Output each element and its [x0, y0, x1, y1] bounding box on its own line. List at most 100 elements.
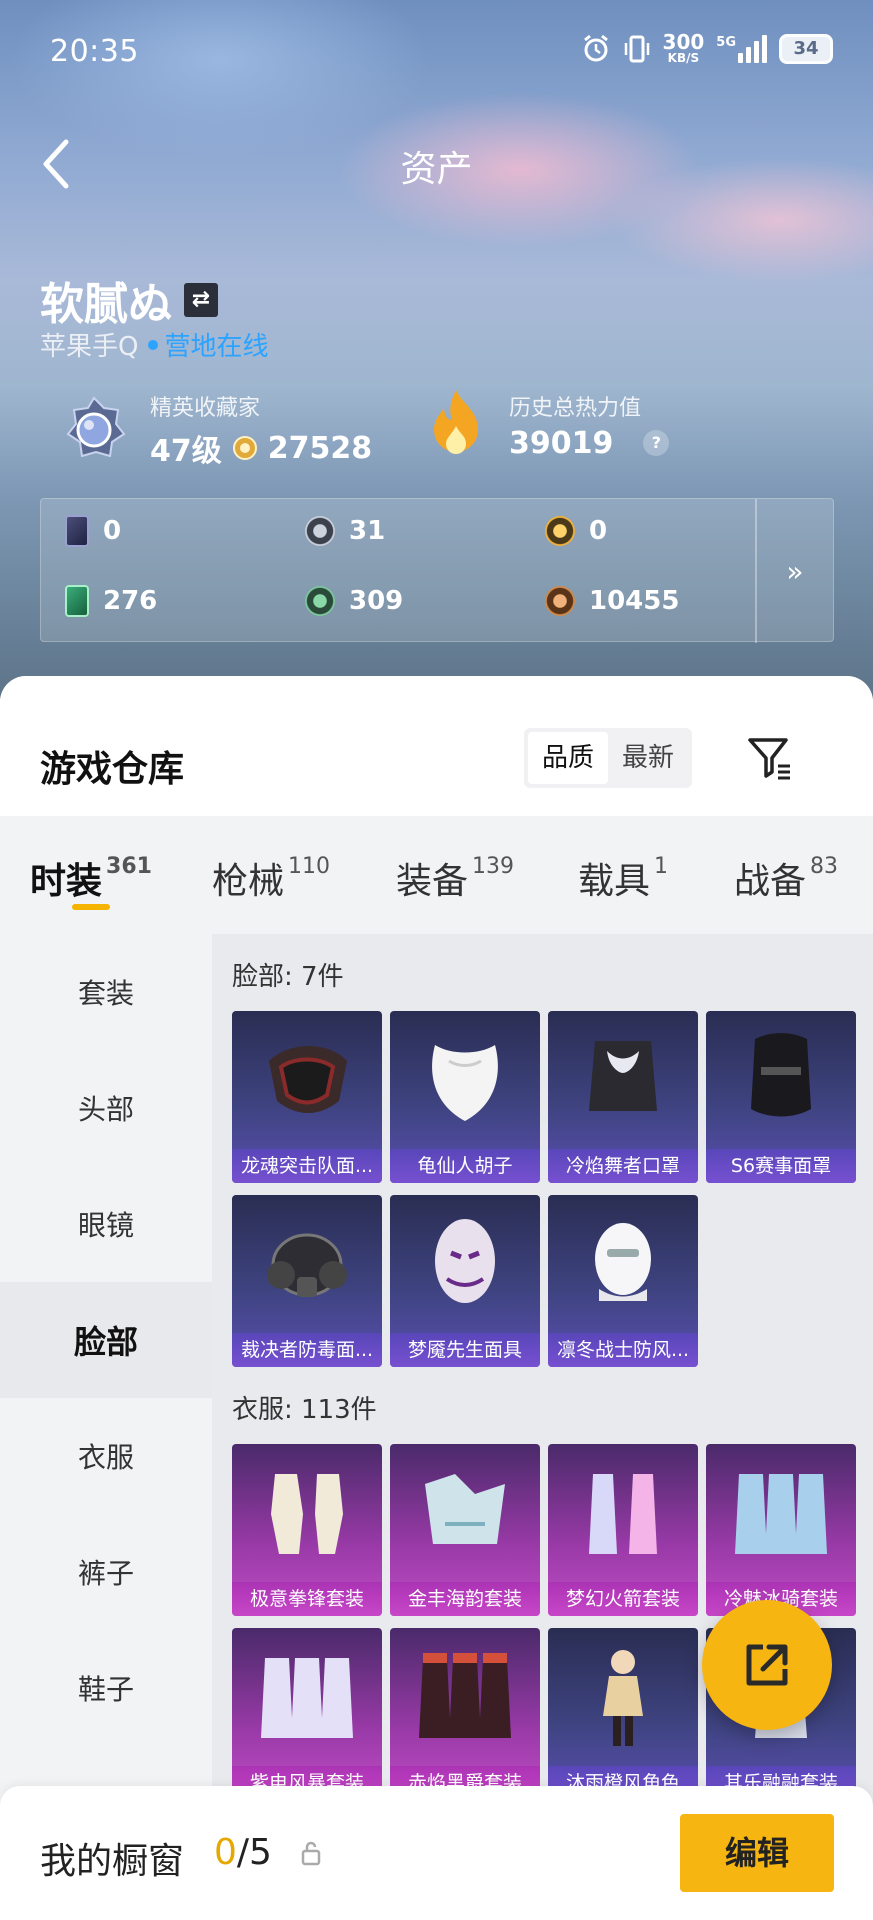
item-grid: 脸部: 7件 龙魂突击队面... 龟仙人胡子 冷焰舞者口罩 S6赛事面罩 裁决者…: [212, 934, 873, 1920]
tab-vehicles[interactable]: 载具 1: [578, 852, 668, 904]
tab-gear[interactable]: 战备 83: [734, 852, 838, 904]
account-info: 苹果手Q 营地在线: [40, 326, 268, 363]
status-time: 20:35: [50, 34, 139, 69]
sort-latest-button[interactable]: 最新: [608, 732, 688, 784]
item-card[interactable]: 梦幻火箭套装: [548, 1444, 698, 1616]
bronze-coin-icon: [545, 586, 575, 616]
network-type: 5G: [716, 34, 736, 50]
item-card[interactable]: 龙魂突击队面...: [232, 1011, 382, 1183]
green-coin-icon: [305, 586, 335, 616]
item-card[interactable]: 冷魅冰骑套装: [706, 1444, 856, 1616]
online-status: 营地在线: [164, 332, 269, 362]
tab-fashion[interactable]: 时装 361: [30, 852, 152, 904]
balaclava-image: [595, 1223, 651, 1301]
outfit-image: [419, 1653, 511, 1738]
mask-image: [435, 1219, 495, 1303]
username-row: 软腻ぬ ⇄: [40, 268, 218, 332]
gas-mask-image: [267, 1233, 347, 1297]
showcase-bar: 我的橱窗 0/5 编辑: [0, 1786, 873, 1920]
category-tabs: 时装 361 枪械 110 装备 139 载具 1 战备 83: [0, 816, 873, 934]
currency-item: 10455: [545, 583, 745, 619]
item-card[interactable]: 紫电风暴套装: [232, 1628, 382, 1800]
subcategory-sidebar: 套装 头部 眼镜 脸部 衣服 裤子 鞋子: [0, 934, 212, 1920]
filter-icon[interactable]: [744, 732, 796, 784]
green-card-icon: [65, 585, 89, 617]
currency-item: 0: [65, 513, 305, 549]
swap-icon[interactable]: ⇄: [184, 283, 218, 317]
purple-card-icon: [65, 515, 89, 547]
points-value: 27528: [267, 430, 373, 466]
item-card[interactable]: 凛冬战士防风...: [548, 1195, 698, 1367]
sidebar-item-face[interactable]: 脸部: [0, 1282, 212, 1398]
collector-level: 47级: [150, 434, 222, 469]
vibrate-icon: [624, 35, 649, 62]
tab-guns[interactable]: 枪械 110: [212, 852, 330, 904]
sidebar-item-sets[interactable]: 套装: [0, 934, 212, 1050]
username: 软腻ぬ: [40, 279, 172, 330]
heat-stat[interactable]: 历史总热力值 39019 ?: [425, 386, 670, 464]
sort-toggle: 品质 最新: [524, 728, 693, 788]
expand-currency-button[interactable]: »: [755, 499, 833, 643]
currency-item: 0: [545, 513, 745, 549]
sidebar-item-head[interactable]: 头部: [0, 1050, 212, 1166]
sort-quality-button[interactable]: 品质: [528, 732, 609, 784]
collector-stat[interactable]: 精英收藏家 47级 27528: [58, 390, 372, 470]
online-dot-icon: [148, 339, 159, 350]
item-card[interactable]: 金丰海韵套装: [390, 1444, 540, 1616]
showcase-count: 0/5: [214, 1832, 272, 1873]
outfit-image: [735, 1474, 827, 1554]
outfit-image: [271, 1474, 343, 1554]
beard-image: [432, 1045, 498, 1121]
help-icon[interactable]: ?: [643, 430, 670, 456]
external-link-icon: [746, 1644, 788, 1686]
silver-coin-icon: [305, 516, 335, 546]
sidebar-item-clothes[interactable]: 衣服: [0, 1398, 212, 1514]
heat-label: 历史总热力值: [509, 395, 642, 421]
lock-icon: [301, 1841, 321, 1866]
heat-value: 39019: [509, 425, 614, 461]
signal-icon: [738, 34, 767, 63]
item-card[interactable]: 裁决者防毒面...: [232, 1195, 382, 1367]
network-speed: 300 KB/S: [662, 30, 705, 65]
section-title: 脸部: 7件: [232, 962, 344, 992]
flame-icon: [434, 390, 478, 454]
edit-button[interactable]: 编辑: [680, 1814, 834, 1892]
profile-banner: 20:35 300 KB/S 5G 34 资产 软腻ぬ ⇄ 苹果手Q 营地在线 精…: [0, 0, 873, 700]
currency-panel: 0 31 0 276 309 10455 »: [40, 498, 834, 643]
character-image: [603, 1650, 643, 1746]
sidebar-item-shoes[interactable]: 鞋子: [0, 1630, 212, 1746]
item-card[interactable]: 极意拳锋套装: [232, 1444, 382, 1616]
currency-item: 276: [65, 583, 305, 619]
item-card[interactable]: 冷焰舞者口罩: [548, 1011, 698, 1183]
currency-item: 309: [305, 583, 545, 619]
warehouse-sheet: 游戏仓库 品质 最新 时装 361 枪械 110 装备 139 载具 1 战备 83 套装…: [0, 676, 873, 1920]
page-title: 资产: [400, 149, 473, 190]
points-coin-icon: [232, 436, 257, 460]
active-tab-indicator: [72, 904, 110, 910]
currency-item: 31: [305, 513, 545, 549]
platform-label: 苹果手Q: [40, 332, 139, 362]
battery-icon: 34: [779, 33, 833, 64]
sidebar-item-glasses[interactable]: 眼镜: [0, 1166, 212, 1282]
item-card[interactable]: 沐雨橙风角色: [548, 1628, 698, 1800]
outfit-image: [425, 1474, 505, 1544]
warehouse-title: 游戏仓库: [40, 749, 185, 790]
item-card[interactable]: 梦魇先生面具: [390, 1195, 540, 1367]
mask-image: [589, 1041, 657, 1111]
collector-badge-icon: [66, 396, 126, 458]
mask-image: [751, 1033, 811, 1117]
item-card[interactable]: 龟仙人胡子: [390, 1011, 540, 1183]
status-bar: 20:35 300 KB/S 5G 34: [0, 30, 873, 76]
outfit-image: [261, 1658, 353, 1738]
outfit-image: [589, 1474, 657, 1554]
item-card[interactable]: S6赛事面罩: [706, 1011, 856, 1183]
item-card[interactable]: 赤焰黑爵套装: [390, 1628, 540, 1800]
mask-image: [269, 1046, 347, 1113]
section-title: 衣服: 113件: [232, 1395, 377, 1425]
tab-equipment[interactable]: 装备 139: [396, 852, 514, 904]
double-chevron-right-icon: »: [786, 554, 804, 588]
sidebar-item-pants[interactable]: 裤子: [0, 1514, 212, 1630]
alarm-icon: [583, 34, 608, 61]
share-button[interactable]: [702, 1600, 832, 1730]
collector-label: 精英收藏家: [150, 396, 261, 421]
